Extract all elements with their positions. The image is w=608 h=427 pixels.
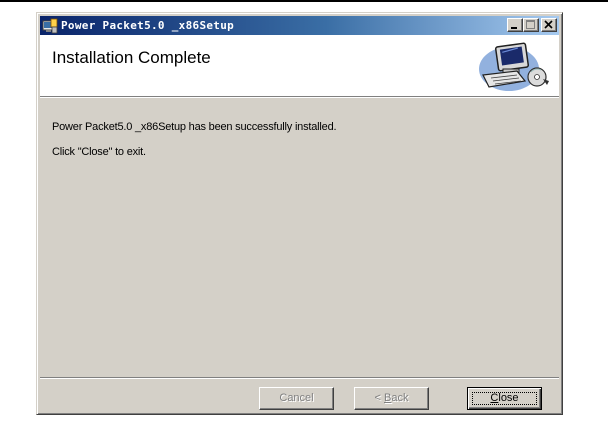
wizard-header: Installation Complete bbox=[40, 35, 559, 98]
back-button[interactable]: < Back bbox=[354, 387, 429, 410]
close-button-label: lose bbox=[498, 392, 519, 404]
maximize-button[interactable] bbox=[523, 18, 539, 32]
top-border-rule bbox=[0, 0, 608, 2]
success-message: Power Packet5.0 _x86Setup has been succe… bbox=[52, 121, 337, 133]
exit-instruction: Click "Close" to exit. bbox=[52, 146, 146, 158]
installer-app-icon bbox=[42, 18, 58, 33]
computer-install-icon bbox=[479, 42, 549, 91]
setup-window: Power Packet5.0 _x86Setup Installation C… bbox=[36, 12, 563, 415]
close-window-button[interactable] bbox=[541, 18, 557, 32]
title-bar[interactable]: Power Packet5.0 _x86Setup bbox=[40, 16, 559, 35]
window-controls bbox=[507, 18, 557, 32]
window-title: Power Packet5.0 _x86Setup bbox=[61, 19, 235, 32]
button-separator bbox=[40, 377, 559, 379]
maximize-icon bbox=[526, 20, 535, 29]
minimize-icon bbox=[511, 27, 517, 29]
wizard-body: Power Packet5.0 _x86Setup has been succe… bbox=[40, 99, 559, 347]
page-title: Installation Complete bbox=[52, 48, 211, 67]
cancel-button[interactable]: Cancel bbox=[259, 387, 334, 410]
back-button-label: ack bbox=[391, 392, 409, 404]
close-icon bbox=[544, 20, 553, 29]
minimize-button[interactable] bbox=[507, 18, 523, 32]
close-button[interactable]: Close bbox=[467, 387, 542, 410]
back-button-prefix: < bbox=[374, 392, 384, 404]
cancel-button-label: Cancel bbox=[279, 392, 314, 404]
